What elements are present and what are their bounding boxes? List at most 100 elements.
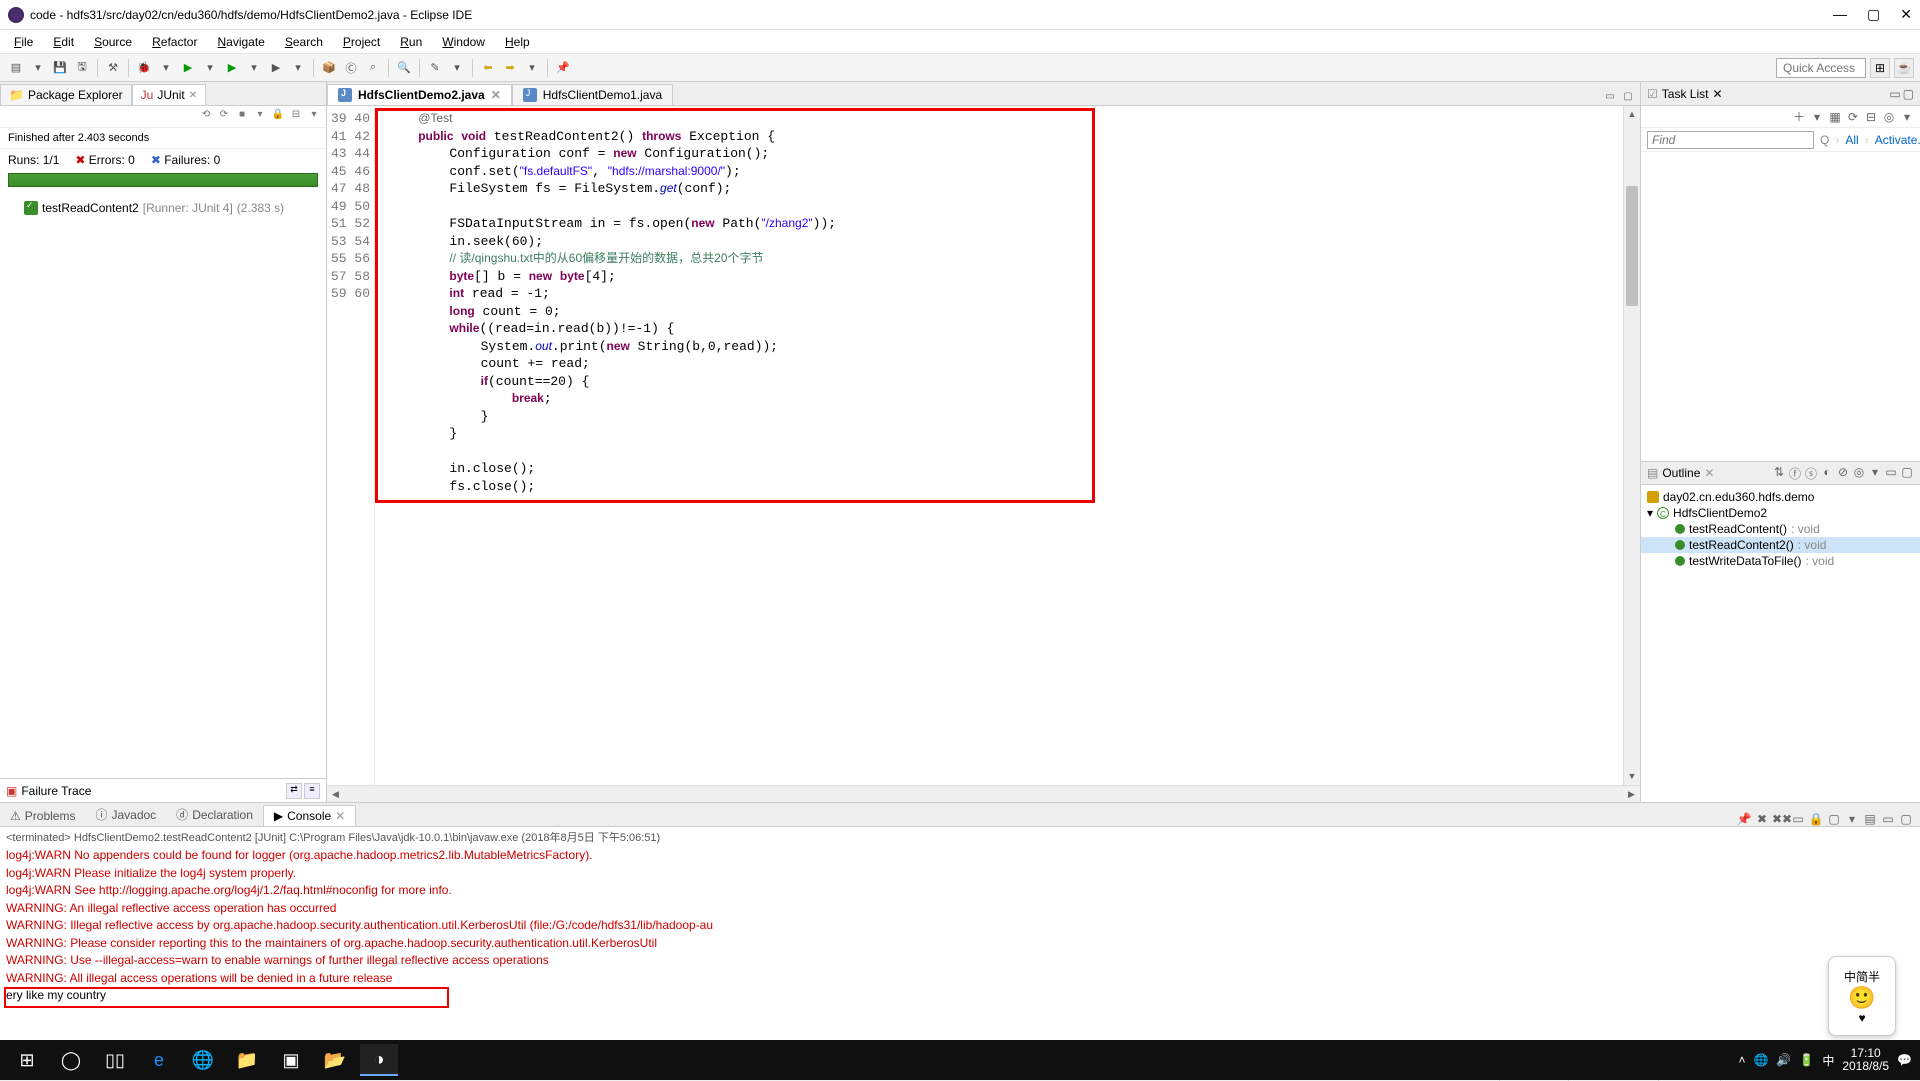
hide-fields-icon[interactable]: ⓕ — [1788, 465, 1802, 482]
history-icon[interactable]: ▾ — [252, 109, 268, 125]
tab-package-explorer[interactable]: 📁 Package Explorer — [0, 84, 132, 105]
sync-icon[interactable]: ⟳ — [1846, 110, 1860, 124]
vertical-scrollbar[interactable]: ▲ ▼ — [1623, 106, 1640, 785]
minimize-view-icon[interactable]: ▭ — [1884, 465, 1898, 482]
search-icon[interactable]: 🔍 — [394, 58, 414, 78]
app-icon[interactable]: ▣ — [272, 1044, 310, 1076]
menu-icon[interactable]: ▾ — [1868, 465, 1882, 482]
filter-icon[interactable]: ≡ — [304, 783, 320, 799]
editor-tab-0[interactable]: HdfsClientDemo2.java✕ — [327, 84, 512, 105]
outline-method[interactable]: testReadContent2() : void — [1641, 537, 1920, 553]
close-icon[interactable]: ✕ — [1712, 87, 1722, 101]
stop-icon[interactable]: ■ — [234, 109, 250, 125]
maximize-view-icon[interactable]: ▢ — [1900, 465, 1914, 482]
tab-javadoc[interactable]: ⓘ Javadoc — [85, 803, 166, 826]
menu-edit[interactable]: Edit — [45, 33, 82, 51]
remove-launch-icon[interactable]: ✖ — [1754, 812, 1770, 826]
minimize-button[interactable]: — — [1833, 6, 1847, 23]
toggle-mark-icon[interactable]: ✎ — [425, 58, 445, 78]
nav-back-icon[interactable]: ⬅ — [478, 58, 498, 78]
task-all-link[interactable]: All — [1845, 133, 1858, 147]
menu-source[interactable]: Source — [86, 33, 140, 51]
collapse-icon[interactable]: ⊟ — [1864, 110, 1878, 124]
hide-local-icon[interactable]: ⊘ — [1836, 465, 1850, 482]
code-editor[interactable]: 39 40 41 42 43 44 45 46 47 48 49 50 51 5… — [327, 106, 1640, 785]
close-icon[interactable]: ✕ — [1704, 466, 1714, 480]
tab-declaration[interactable]: ⓓ Declaration — [166, 803, 263, 826]
collapse-icon[interactable]: ⊟ — [288, 109, 304, 125]
chrome-icon[interactable]: 🌐 — [184, 1044, 222, 1076]
menu-icon[interactable]: ▾ — [1900, 110, 1914, 124]
eclipse-taskbar-icon[interactable]: ◑ — [360, 1044, 398, 1076]
menu-run[interactable]: Run — [392, 33, 430, 51]
minimize-view-icon[interactable]: ▭ — [1602, 91, 1618, 105]
start-button[interactable]: ⊞ — [8, 1044, 46, 1076]
clear-console-icon[interactable]: ▭ — [1790, 812, 1806, 826]
outline-package[interactable]: day02.cn.edu360.hdfs.demo — [1641, 489, 1920, 505]
menu-icon[interactable]: ▾ — [306, 109, 322, 125]
minimize-view-icon[interactable]: ▭ — [1889, 87, 1900, 101]
remove-all-icon[interactable]: ✖✖ — [1772, 812, 1788, 826]
maximize-view-icon[interactable]: ▢ — [1620, 91, 1636, 105]
tab-console[interactable]: ▶ Console ✕ — [263, 805, 356, 826]
tray-clock[interactable]: 17:10 2018/8/5 — [1842, 1047, 1889, 1073]
menu-refactor[interactable]: Refactor — [144, 33, 205, 51]
quick-access-input[interactable] — [1776, 58, 1866, 78]
scroll-down-icon[interactable]: ▼ — [1624, 768, 1640, 785]
battery-icon[interactable]: 🔋 — [1799, 1053, 1814, 1067]
hide-static-icon[interactable]: ⓢ — [1804, 465, 1818, 482]
scroll-left-icon[interactable]: ◀ — [327, 786, 344, 802]
explorer-icon[interactable]: 📁 — [228, 1044, 266, 1076]
show-console-icon[interactable]: ▢ — [1826, 812, 1842, 826]
outline-method[interactable]: testWriteDataToFile() : void — [1641, 553, 1920, 569]
new-class-icon[interactable]: Ⓒ — [341, 58, 361, 78]
menu-navigate[interactable]: Navigate — [209, 33, 272, 51]
coverage-icon[interactable]: ▶ — [222, 58, 242, 78]
menu-file[interactable]: File — [6, 33, 41, 51]
nav-fwd-icon[interactable]: ➡ — [500, 58, 520, 78]
junit-tree[interactable]: testReadContent2 [Runner: JUnit 4] (2.38… — [0, 193, 326, 778]
task-activate-link[interactable]: Activate... — [1875, 133, 1920, 147]
cortana-icon[interactable]: ◯ — [52, 1044, 90, 1076]
open-type-icon[interactable]: ⌕ — [363, 58, 383, 78]
rerun-fail-icon[interactable]: ⟳ — [216, 109, 232, 125]
maximize-view-icon[interactable]: ▢ — [1898, 812, 1914, 826]
run-icon[interactable]: ▶ — [178, 58, 198, 78]
display-icon[interactable]: ▤ — [1862, 812, 1878, 826]
scroll-lock-icon[interactable]: 🔒 — [1808, 812, 1824, 826]
notifications-icon[interactable]: 💬 — [1897, 1053, 1912, 1067]
compare-icon[interactable]: ⇄ — [286, 783, 302, 799]
lock-icon[interactable]: 🔒 — [270, 109, 286, 125]
close-button[interactable]: ✕ — [1900, 6, 1912, 23]
task-find-input[interactable] — [1647, 131, 1814, 149]
assistant-avatar[interactable]: 中简半 🙂 ♥ — [1828, 956, 1896, 1036]
scroll-thumb[interactable] — [1626, 186, 1638, 306]
open-perspective-icon[interactable]: ⊞ — [1870, 58, 1890, 78]
ext-tools-icon[interactable]: ▶ — [266, 58, 286, 78]
minimize-view-icon[interactable]: ▭ — [1880, 812, 1896, 826]
new-task-icon[interactable]: ＋ — [1792, 108, 1806, 125]
outline-method[interactable]: testReadContent() : void — [1641, 521, 1920, 537]
test-node[interactable]: testReadContent2 [Runner: JUnit 4] (2.38… — [8, 199, 318, 217]
outline-class[interactable]: ▾ HdfsClientDemo2 — [1641, 505, 1920, 521]
save-icon[interactable]: 💾 — [50, 58, 70, 78]
sort-icon[interactable]: ⇅ — [1772, 465, 1786, 482]
scroll-right-icon[interactable]: ▶ — [1623, 786, 1640, 802]
horizontal-scrollbar[interactable]: ◀ ▶ — [327, 785, 1640, 802]
pin-icon[interactable]: 📌 — [553, 58, 573, 78]
volume-icon[interactable]: 🔊 — [1776, 1053, 1791, 1067]
menu-project[interactable]: Project — [335, 33, 388, 51]
outline-tree[interactable]: day02.cn.edu360.hdfs.demo ▾ HdfsClientDe… — [1641, 485, 1920, 802]
task-view-icon[interactable]: ▯▯ — [96, 1044, 134, 1076]
java-perspective-icon[interactable]: ☕ — [1894, 58, 1914, 78]
edge-icon[interactable]: e — [140, 1044, 178, 1076]
close-icon[interactable]: ✕ — [491, 88, 501, 102]
maximize-view-icon[interactable]: ▢ — [1903, 87, 1914, 101]
menu-help[interactable]: Help — [497, 33, 538, 51]
close-icon[interactable]: ✕ — [335, 809, 345, 823]
network-icon[interactable]: 🌐 — [1753, 1053, 1768, 1067]
scroll-up-icon[interactable]: ▲ — [1624, 106, 1640, 123]
hide-nonpublic-icon[interactable]: ◐ — [1820, 465, 1834, 482]
menu-search[interactable]: Search — [277, 33, 331, 51]
rerun-icon[interactable]: ⟲ — [198, 109, 214, 125]
